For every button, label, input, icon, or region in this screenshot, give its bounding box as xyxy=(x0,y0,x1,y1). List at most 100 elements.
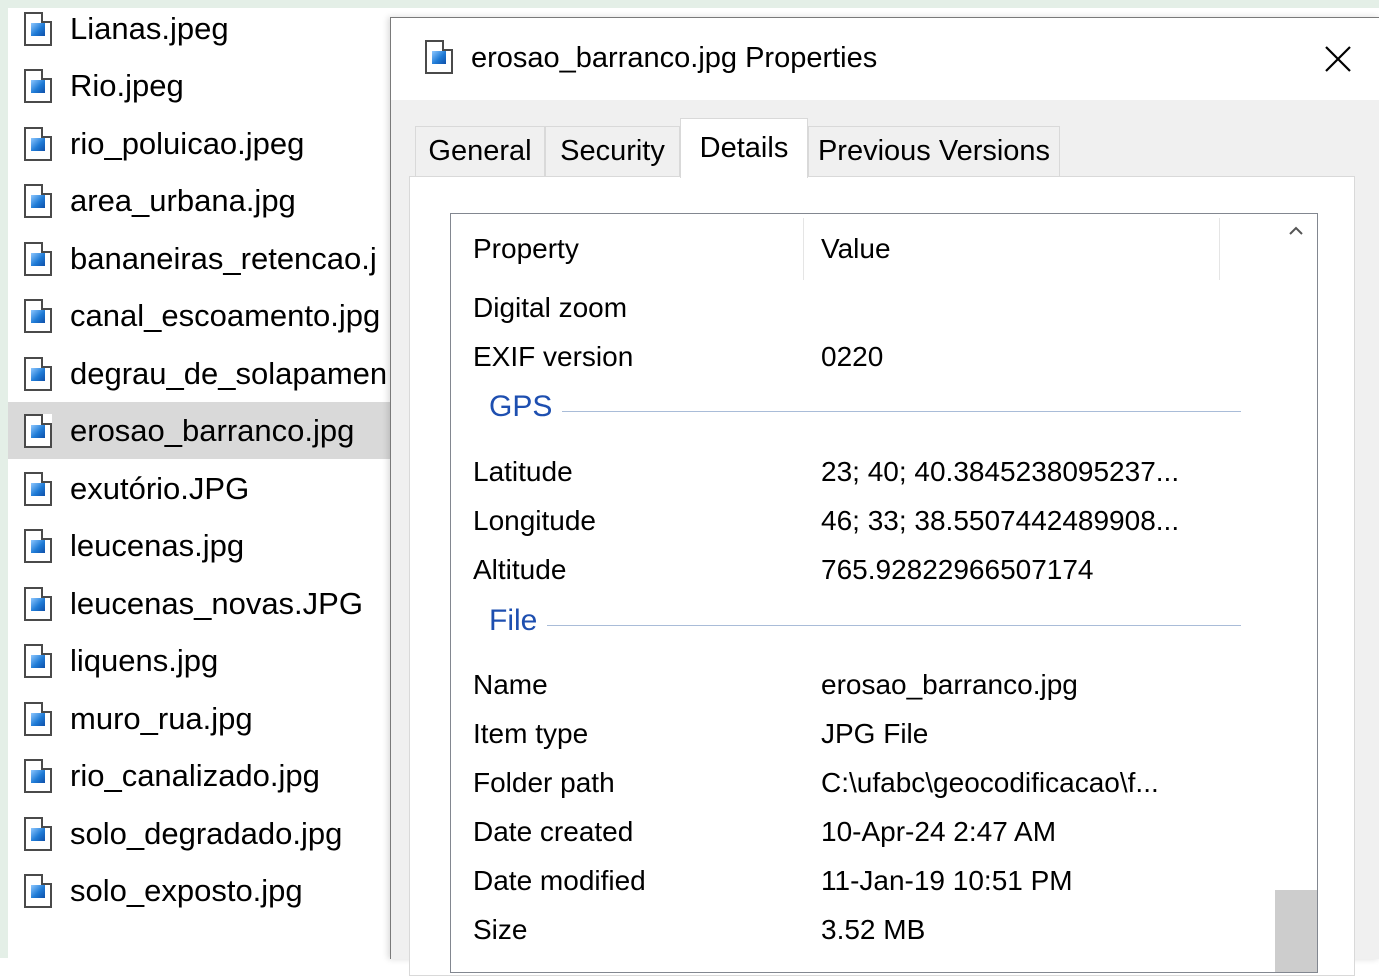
file-name: rio_poluicao.jpeg xyxy=(70,125,305,161)
file-name: canal_escoamento.jpg xyxy=(70,297,381,333)
group-divider xyxy=(489,625,1241,626)
file-item[interactable]: rio_canalizado.jpg xyxy=(8,747,390,804)
file-item[interactable]: rio_poluicao.jpeg xyxy=(8,115,390,172)
column-header-value[interactable]: Value xyxy=(821,214,891,284)
image-file-icon xyxy=(24,701,52,736)
property-row[interactable]: EXIF version 0220 xyxy=(451,333,1251,382)
file-name: degrau_de_solapamen xyxy=(70,355,388,391)
column-divider[interactable] xyxy=(803,218,804,280)
file-item[interactable]: Rio.jpeg xyxy=(8,57,390,114)
property-value: C:\ufabc\geocodificacao\f... xyxy=(821,767,1159,798)
property-name: Folder path xyxy=(473,767,615,798)
file-name: leucenas_novas.JPG xyxy=(70,585,363,621)
file-name: leucenas.jpg xyxy=(70,527,245,563)
image-file-icon xyxy=(24,183,52,218)
property-name: Digital zoom xyxy=(473,292,628,323)
property-row[interactable]: Latitude 23; 40; 40.3845238095237... xyxy=(451,448,1251,497)
property-name: Date created xyxy=(473,816,634,847)
file-name: bananeiras_retencao.j xyxy=(70,240,377,276)
image-file-icon xyxy=(24,241,52,276)
property-value: 46; 33; 38.5507442489908... xyxy=(821,505,1180,536)
property-row[interactable]: Date created 10-Apr-24 2:47 AM xyxy=(451,808,1251,857)
property-name: Altitude xyxy=(473,554,567,585)
tab-security[interactable]: Security xyxy=(545,126,680,176)
chevron-up-icon xyxy=(1289,226,1303,235)
close-button[interactable] xyxy=(1296,18,1379,100)
file-item[interactable]: canal_escoamento.jpg xyxy=(8,287,390,344)
property-name: Date modified xyxy=(473,865,646,896)
file-item[interactable]: leucenas.jpg xyxy=(8,517,390,574)
file-name: exutório.JPG xyxy=(70,470,250,506)
image-file-icon xyxy=(24,586,52,621)
property-name: Longitude xyxy=(473,505,597,536)
file-name: solo_exposto.jpg xyxy=(70,872,303,908)
file-item[interactable]: solo_exposto.jpg xyxy=(8,862,390,919)
image-file-icon xyxy=(24,126,52,161)
vertical-scrollbar[interactable] xyxy=(1275,214,1317,972)
scrollbar-thumb[interactable] xyxy=(1275,890,1317,972)
image-file-icon xyxy=(24,68,52,103)
tab-general[interactable]: General xyxy=(415,126,545,176)
property-row[interactable]: Date modified 11-Jan-19 10:51 PM xyxy=(451,857,1251,906)
details-panel: Property Value Digital zoom EXIF version… xyxy=(409,176,1355,976)
property-name: Size xyxy=(473,914,528,945)
file-item[interactable]: area_urbana.jpg xyxy=(8,172,390,229)
property-value: erosao_barranco.jpg xyxy=(821,669,1078,700)
property-value: 765.92822966507174 xyxy=(821,554,1094,585)
group-header-file: File xyxy=(451,598,1251,647)
image-file-icon xyxy=(24,298,52,333)
image-file-icon xyxy=(24,356,52,391)
file-item[interactable]: muro_rua.jpg xyxy=(8,690,390,747)
column-header-property[interactable]: Property xyxy=(473,214,579,284)
property-value: 10-Apr-24 2:47 AM xyxy=(821,816,1057,847)
property-name: EXIF version xyxy=(473,341,634,372)
image-file-icon xyxy=(24,643,52,678)
image-file-icon xyxy=(24,873,52,908)
group-label: File xyxy=(489,604,548,638)
group-header-gps: GPS xyxy=(451,384,1251,433)
close-icon xyxy=(1325,46,1351,72)
image-file-icon xyxy=(24,528,52,563)
property-row[interactable]: Folder path C:\ufabc\geocodificacao\f... xyxy=(451,759,1251,808)
property-value: 3.52 MB xyxy=(821,914,926,945)
file-item[interactable]: liquens.jpg xyxy=(8,632,390,689)
file-list: Lianas.jpeg Rio.jpeg rio_poluicao.jpeg a… xyxy=(8,0,390,958)
file-item-selected[interactable]: erosao_barranco.jpg xyxy=(8,402,390,459)
file-item[interactable]: exutório.JPG xyxy=(8,460,390,517)
property-name: Latitude xyxy=(473,456,573,487)
dialog-titlebar[interactable]: erosao_barranco.jpg Properties xyxy=(391,18,1379,100)
property-row[interactable]: Item type JPG File xyxy=(451,710,1251,759)
image-file-icon xyxy=(24,11,52,46)
property-row[interactable]: Size 3.52 MB xyxy=(451,906,1251,955)
property-value: 11-Jan-19 10:51 PM xyxy=(821,865,1073,896)
file-item[interactable]: bananeiras_retencao.j xyxy=(8,230,390,287)
property-value: 0220 xyxy=(821,341,884,372)
property-row[interactable]: Name erosao_barranco.jpg xyxy=(451,661,1251,710)
property-name: Item type xyxy=(473,718,589,749)
image-file-icon xyxy=(24,758,52,793)
property-name: Name xyxy=(473,669,548,700)
file-item[interactable]: solo_degradado.jpg xyxy=(8,805,390,862)
file-item[interactable]: degrau_de_solapamen xyxy=(8,345,390,402)
tab-details[interactable]: Details xyxy=(680,118,808,178)
column-divider[interactable] xyxy=(1219,218,1220,280)
properties-dialog: erosao_barranco.jpg Properties General S… xyxy=(390,17,1379,976)
group-divider xyxy=(489,411,1241,412)
file-name: erosao_barranco.jpg xyxy=(70,412,355,448)
property-row[interactable]: Altitude 765.92822966507174 xyxy=(451,546,1251,595)
dialog-title: erosao_barranco.jpg Properties xyxy=(471,42,878,74)
property-value: JPG File xyxy=(821,718,929,749)
property-row[interactable]: Digital zoom xyxy=(451,284,1251,333)
file-item[interactable]: leucenas_novas.JPG xyxy=(8,575,390,632)
group-label: GPS xyxy=(489,390,563,424)
file-name: Lianas.jpeg xyxy=(70,10,229,46)
file-name: liquens.jpg xyxy=(70,642,219,678)
details-list[interactable]: Property Value Digital zoom EXIF version… xyxy=(450,213,1318,973)
scroll-up-button[interactable] xyxy=(1275,222,1317,262)
file-item[interactable]: Lianas.jpeg xyxy=(8,0,390,57)
tab-previous-versions[interactable]: Previous Versions xyxy=(808,126,1060,176)
file-name: solo_degradado.jpg xyxy=(70,815,343,851)
file-name: rio_canalizado.jpg xyxy=(70,757,320,793)
file-name: area_urbana.jpg xyxy=(70,182,296,218)
property-row[interactable]: Longitude 46; 33; 38.5507442489908... xyxy=(451,497,1251,546)
